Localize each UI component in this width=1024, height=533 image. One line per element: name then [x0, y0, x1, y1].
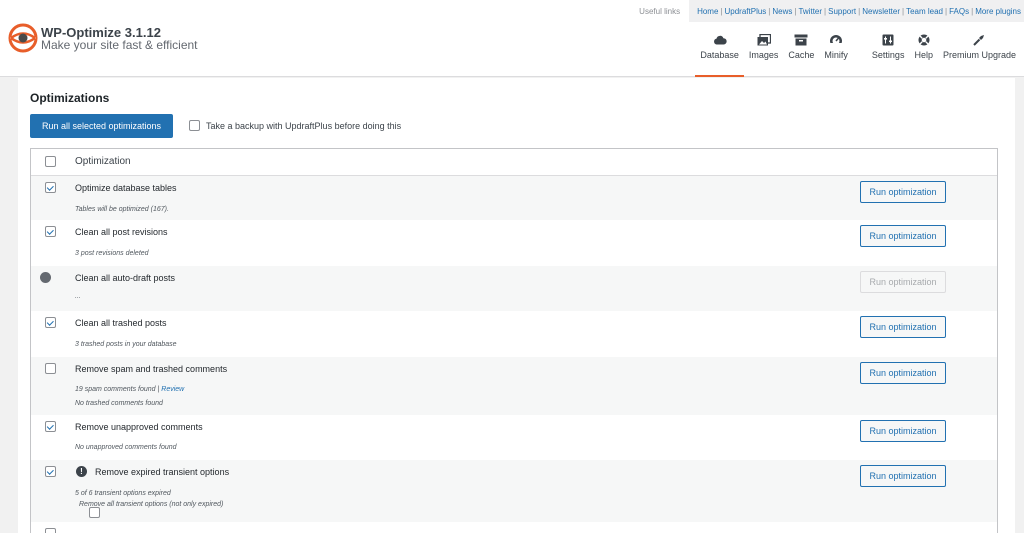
table-row: Clean all post revisions 3 post revision…	[31, 220, 997, 266]
main-tabs: Database Images Cache Minify Settings He…	[695, 34, 1021, 77]
table-row	[31, 522, 997, 533]
tab-label: Help	[914, 50, 933, 60]
optimization-name: Clean all post revisions	[75, 227, 168, 237]
remove-all-transients-checkbox[interactable]	[89, 507, 100, 518]
backup-label: Take a backup with UpdraftPlus before do…	[206, 120, 402, 131]
admin-tools-icon	[972, 34, 986, 46]
tab-images[interactable]: Images	[744, 34, 784, 77]
table-row: ! Remove expired transient options 5 of …	[31, 460, 997, 522]
tab-label: Images	[748, 50, 779, 60]
optimization-name: Optimize database tables	[75, 183, 177, 193]
optimization-name: Remove unapproved comments	[75, 422, 203, 432]
tab-label: Database	[700, 50, 739, 60]
backup-option: Take a backup with UpdraftPlus before do…	[189, 120, 401, 131]
run-optimization-button[interactable]: Run optimization	[860, 420, 946, 442]
table-row: Remove spam and trashed comments 19 spam…	[31, 357, 997, 415]
link-twitter[interactable]: Twitter	[798, 7, 822, 16]
cloud-icon	[713, 34, 727, 46]
transient-sub-option: Remove all transient options (not only e…	[75, 501, 224, 518]
tab-label: Settings	[871, 50, 905, 60]
optimization-name: Remove expired transient options	[95, 467, 230, 477]
column-header-optimization: Optimization	[75, 156, 131, 167]
tab-settings[interactable]: Settings	[867, 34, 910, 77]
plugin-subtitle: Make your site fast & efficient	[41, 38, 198, 52]
table-row: Remove unapproved comments No unapproved…	[31, 415, 997, 460]
optimizations-table: Optimization Optimize database tables Ta…	[30, 148, 998, 533]
tab-database[interactable]: Database	[695, 34, 744, 77]
wp-optimize-logo-icon	[8, 23, 38, 53]
row-checkbox[interactable]	[45, 226, 56, 237]
select-all-checkbox[interactable]	[45, 156, 56, 167]
link-news[interactable]: News	[772, 7, 792, 16]
link-newsletter[interactable]: Newsletter	[862, 7, 900, 16]
optimization-note: 3 post revisions deleted	[75, 250, 149, 257]
row-checkbox[interactable]	[45, 466, 56, 477]
review-link[interactable]: Review	[161, 386, 184, 393]
link-team-lead[interactable]: Team lead	[906, 7, 943, 16]
optimization-note: 3 trashed posts in your database	[75, 341, 177, 348]
run-optimization-button[interactable]: Run optimization	[860, 225, 946, 247]
tab-minify[interactable]: Minify	[819, 34, 853, 77]
dashboard-icon	[829, 34, 844, 46]
link-support[interactable]: Support	[828, 7, 856, 16]
backup-checkbox[interactable]	[189, 120, 200, 131]
table-row: Clean all auto-draft posts ... Run optim…	[31, 266, 997, 311]
row-checkbox[interactable]	[45, 182, 56, 193]
archive-icon	[794, 34, 808, 46]
link-more-plugins[interactable]: More plugins	[975, 7, 1021, 16]
run-optimization-button[interactable]: Run optimization	[860, 316, 946, 338]
tab-label: Premium Upgrade	[942, 50, 1016, 60]
optimization-note: No trashed comments found	[75, 400, 163, 407]
tab-help[interactable]: Help	[909, 34, 938, 77]
row-checkbox[interactable]	[45, 363, 56, 374]
tab-label: Cache	[788, 50, 815, 60]
optimization-note: 5 of 6 transient options expired	[75, 490, 171, 497]
images-icon	[757, 34, 771, 46]
optimization-name: Clean all auto-draft posts	[75, 273, 176, 283]
optimization-note: No unapproved comments found	[75, 444, 177, 451]
warning-icon: !	[76, 466, 87, 477]
optimization-note: Tables will be optimized (167).	[75, 206, 169, 213]
status-indicator-icon	[40, 272, 51, 283]
table-header: Optimization	[31, 149, 997, 176]
optimization-name: Clean all trashed posts	[75, 318, 167, 328]
useful-links-label: Useful links	[639, 6, 681, 16]
run-optimization-button[interactable]: Run optimization	[860, 362, 946, 384]
run-optimization-button[interactable]: Run optimization	[860, 465, 946, 487]
sub-option-label: Remove all transient options (not only e…	[79, 501, 224, 508]
useful-links-bar: Useful links Home | UpdraftPlus | News | Tw…	[630, 0, 1024, 22]
optimization-note: 19 spam comments found | Review	[75, 386, 184, 393]
link-home[interactable]: Home	[697, 7, 718, 16]
row-checkbox[interactable]	[45, 421, 56, 432]
table-row: Optimize database tables Tables will be …	[31, 176, 997, 220]
settings-icon	[881, 34, 895, 46]
optimizations-panel: Optimizations Run all selected optimizat…	[18, 78, 1015, 533]
row-checkbox[interactable]	[45, 317, 56, 328]
useful-links-list: Home | UpdraftPlus | News | Twitter | Suppor…	[689, 0, 1024, 22]
run-all-optimizations-button[interactable]: Run all selected optimizations	[30, 114, 173, 138]
tab-premium-upgrade[interactable]: Premium Upgrade	[938, 34, 1021, 77]
optimization-note: ...	[75, 293, 81, 300]
link-faqs[interactable]: FAQs	[949, 7, 969, 16]
page-title: Optimizations	[30, 91, 110, 105]
run-optimization-button[interactable]: Run optimization	[860, 181, 946, 203]
tab-cache[interactable]: Cache	[783, 34, 819, 77]
plugin-header: WP-Optimize 3.1.12 Make your site fast &…	[0, 0, 1024, 77]
row-checkbox[interactable]	[45, 528, 56, 533]
link-updraftplus[interactable]: UpdraftPlus	[725, 7, 767, 16]
spam-count-text: 19 spam comments found |	[75, 386, 160, 393]
tab-label: Minify	[824, 50, 848, 60]
run-optimization-button: Run optimization	[860, 271, 946, 293]
optimization-name: Remove spam and trashed comments	[75, 364, 228, 374]
lifebuoy-icon	[917, 34, 931, 46]
table-row: Clean all trashed posts 3 trashed posts …	[31, 311, 997, 357]
